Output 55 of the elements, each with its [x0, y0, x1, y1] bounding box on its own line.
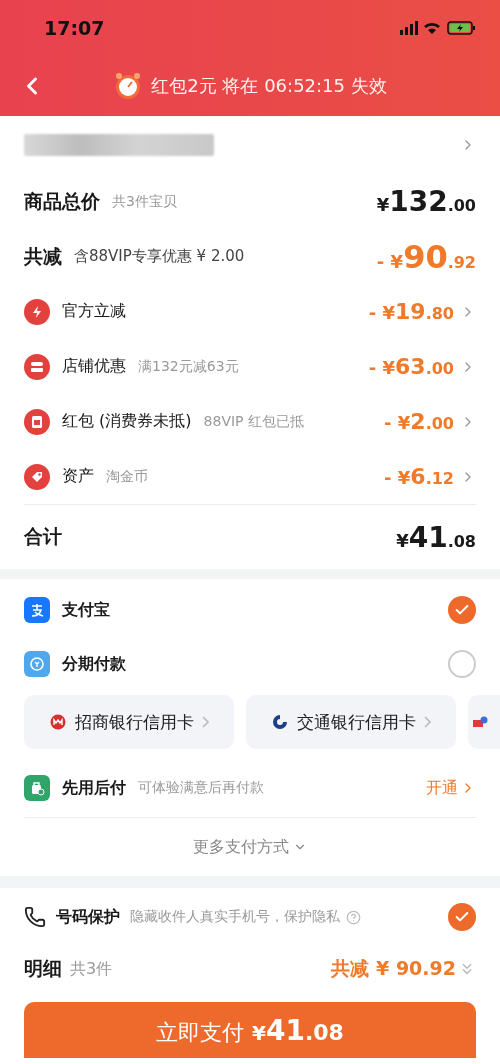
signal-icon — [400, 21, 418, 35]
method-label: 先用后付 — [62, 777, 126, 799]
amount: ¥132.00 — [376, 185, 476, 218]
bank-chip[interactable]: 交通银行信用卡 — [246, 695, 456, 749]
amount: - ¥63.00 — [368, 354, 454, 379]
row-note: 满132元减63元 — [138, 357, 239, 376]
envelope-icon — [24, 408, 50, 435]
lightning-icon — [24, 298, 50, 325]
bank-logo — [271, 713, 289, 731]
pay-button[interactable]: 立即支付 ¥41.08 — [24, 1002, 476, 1058]
installment-icon — [24, 651, 50, 677]
row-note: 含88VIP专享优惠 ¥ 2.00 — [74, 247, 245, 266]
checkbox[interactable] — [448, 903, 476, 931]
amount: - ¥90.92 — [376, 237, 476, 276]
details-count: 共3件 — [70, 958, 113, 980]
method-note: 可体验满意后再付款 — [138, 779, 264, 797]
countdown-text: 红包2元 将在 06:52:15 失效 — [151, 74, 387, 98]
phone-icon — [24, 906, 46, 928]
row-label: 店铺优惠 — [62, 356, 126, 377]
protection-note: 隐藏收件人真实手机号，保护隐私 — [130, 908, 340, 926]
row-label: 红包 (消费券未抵) — [62, 411, 192, 432]
row-label: 资产 — [62, 466, 94, 487]
method-label: 分期付款 — [62, 653, 126, 675]
row-note: 共3件宝贝 — [112, 192, 177, 211]
row-label: 官方立减 — [62, 301, 126, 322]
more-methods-button[interactable]: 更多支付方式 — [187, 835, 313, 859]
amount: - ¥2.00 — [384, 409, 454, 434]
amount: - ¥19.80 — [368, 299, 454, 324]
chevron-right-icon — [202, 716, 209, 728]
details-saving: 共减 ¥ 90.92 — [331, 956, 456, 981]
wifi-icon — [424, 22, 440, 34]
amount: - ¥6.12 — [384, 464, 454, 489]
shopping-bag-icon — [24, 775, 50, 801]
status-time: 17:07 — [44, 17, 105, 39]
battery-icon — [447, 21, 475, 35]
row-note: 88VIP 红包已抵 — [203, 412, 304, 431]
details-label: 明细 — [24, 956, 62, 981]
row-note: 淘金币 — [106, 467, 148, 486]
row-label: 商品总价 — [24, 188, 100, 214]
method-label: 支付宝 — [62, 599, 110, 621]
row-label: 共减 — [24, 243, 62, 269]
radio-button[interactable] — [448, 650, 476, 678]
activate-link[interactable]: 开通 — [426, 777, 476, 799]
payment-icon — [24, 597, 50, 623]
row-label: 合计 — [24, 524, 62, 549]
amount: ¥41.08 — [396, 520, 476, 554]
protection-label: 号码保护 — [56, 906, 120, 928]
bank-icon — [472, 715, 488, 729]
radio-button[interactable] — [448, 596, 476, 624]
bank-chip[interactable]: 招商银行信用卡 — [24, 695, 234, 749]
tag-icon — [24, 463, 50, 490]
help-icon[interactable] — [346, 909, 361, 925]
bank-logo — [49, 713, 67, 731]
shop-icon — [24, 353, 50, 380]
chevron-right-icon — [424, 716, 431, 728]
